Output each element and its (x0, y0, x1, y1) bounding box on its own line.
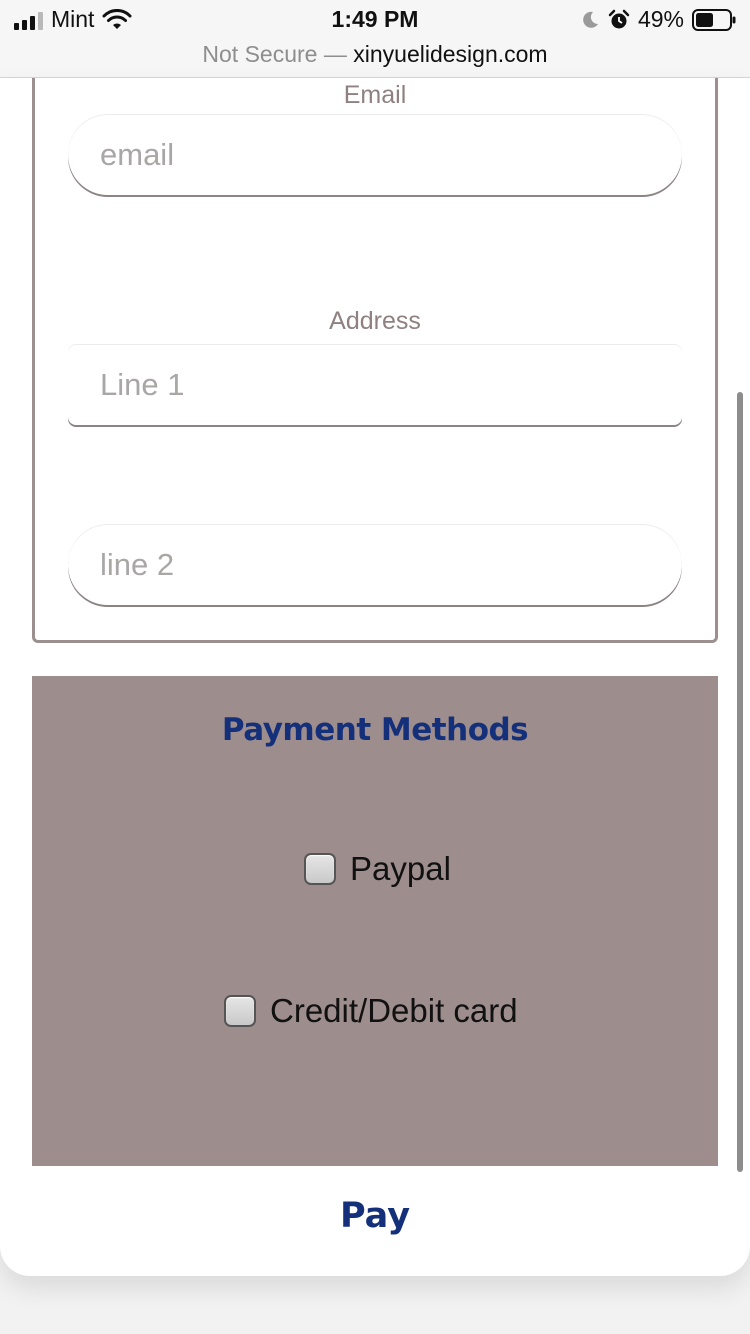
card-checkbox[interactable] (224, 995, 256, 1027)
battery-icon (692, 8, 736, 31)
url-separator: — (323, 41, 347, 67)
email-label: Email (343, 81, 407, 109)
paypal-label: Paypal (350, 850, 451, 887)
address-label: Address (329, 307, 421, 335)
url-bar[interactable]: Not Secure — xinyuelidesign.com (0, 40, 750, 78)
card-option[interactable]: Credit/Debit card (224, 992, 518, 1030)
alarm-icon (608, 9, 630, 28)
pay-button[interactable]: Pay (0, 1196, 750, 1236)
card-label: Credit/Debit card (270, 992, 518, 1029)
paypal-checkbox[interactable] (304, 853, 336, 885)
security-label: Not Secure (202, 41, 318, 67)
scrollbar[interactable] (737, 392, 743, 1172)
address-line2-field[interactable] (68, 525, 682, 605)
payment-methods-panel: Payment Methods Paypal Credit/Debit card (32, 676, 718, 1166)
page-content: Email Address Payment Methods Paypal Cre… (0, 78, 750, 1276)
address-line1-field[interactable] (68, 345, 682, 425)
battery-percent: 49% (637, 6, 684, 32)
url-domain: xinyuelidesign.com (353, 41, 548, 67)
email-field[interactable] (68, 115, 682, 195)
payment-methods-title: Payment Methods (221, 712, 529, 748)
status-bar: Mint 1:49 PM 49% (0, 0, 750, 40)
paypal-option[interactable]: Paypal (304, 850, 451, 888)
contact-form: Email Address (32, 78, 718, 643)
status-right: 49% (580, 6, 736, 33)
moon-icon (583, 11, 598, 28)
